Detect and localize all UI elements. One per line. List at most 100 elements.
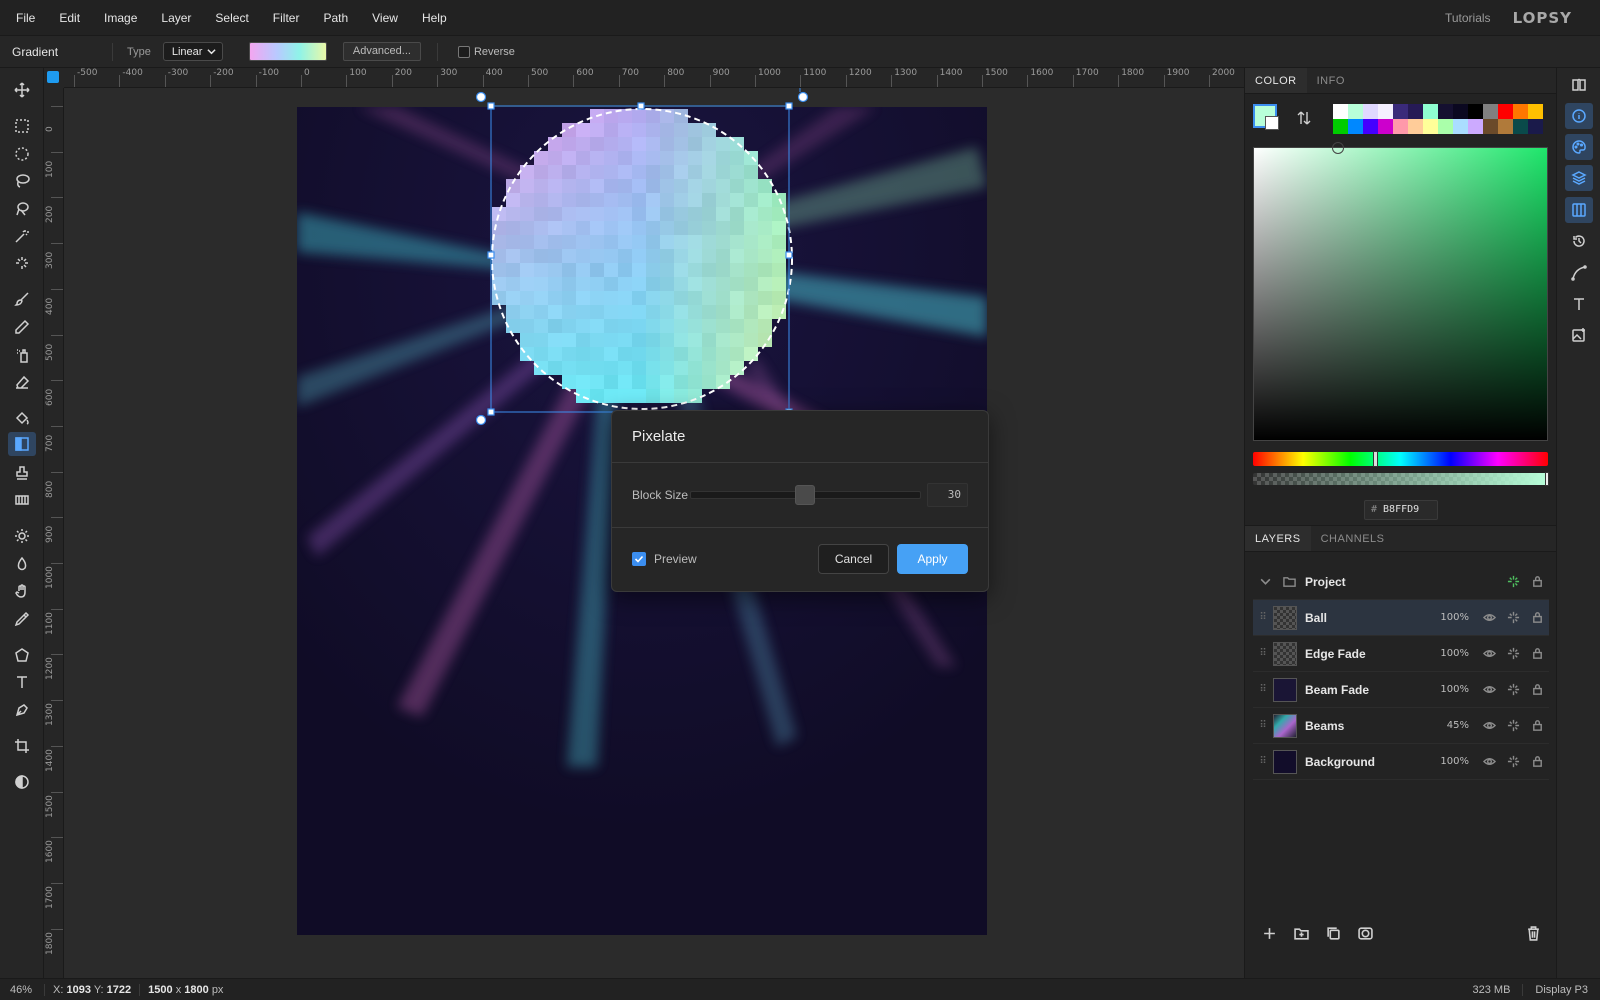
- drag-handle-icon[interactable]: ⠿: [1253, 648, 1273, 659]
- color-swatch[interactable]: [1423, 104, 1438, 119]
- magic-lasso-tool[interactable]: [8, 197, 36, 221]
- mask-icon[interactable]: [1349, 926, 1381, 941]
- background-color-swatch[interactable]: [1265, 116, 1279, 130]
- layer-row[interactable]: ⠿ Beam Fade 100%: [1253, 672, 1549, 708]
- tutorials-link[interactable]: Tutorials: [1445, 11, 1491, 25]
- reverse-checkbox[interactable]: [457, 45, 470, 58]
- panel-paths-button[interactable]: [1565, 260, 1593, 286]
- menu-help[interactable]: Help: [410, 0, 459, 36]
- cancel-button[interactable]: Cancel: [818, 544, 889, 574]
- add-layer-icon[interactable]: [1253, 926, 1285, 941]
- display-profile[interactable]: Display P3: [1522, 983, 1600, 996]
- menu-filter[interactable]: Filter: [261, 0, 312, 36]
- move-tool[interactable]: [8, 78, 36, 102]
- contrast-tool[interactable]: [8, 770, 36, 794]
- fx-effects-icon[interactable]: [1501, 575, 1525, 588]
- hue-slider[interactable]: [1253, 451, 1548, 467]
- lock-icon[interactable]: [1525, 647, 1549, 660]
- horizontal-ruler[interactable]: -500 -400 -300 -200 -100 0 100 200 300 400 500 600 7…: [64, 68, 1244, 88]
- saturation-value-picker[interactable]: [1253, 142, 1548, 441]
- eyedropper-tool[interactable]: [8, 607, 36, 631]
- color-swatch[interactable]: [1468, 104, 1483, 119]
- panel-color-button[interactable]: [1565, 134, 1593, 160]
- polygon-tool[interactable]: [8, 643, 36, 667]
- block-size-slider[interactable]: [690, 485, 921, 505]
- eye-icon[interactable]: [1477, 755, 1501, 768]
- color-swatch[interactable]: [1498, 104, 1513, 119]
- block-size-input[interactable]: 30: [926, 483, 969, 507]
- color-swatch[interactable]: [1483, 119, 1498, 134]
- fx-effects-icon[interactable]: [1501, 683, 1525, 696]
- burn-tool[interactable]: [8, 552, 36, 576]
- preview-checkbox[interactable]: [632, 552, 646, 566]
- lasso-tool[interactable]: [8, 169, 36, 193]
- layer-row[interactable]: ⠿ Beams 45%: [1253, 708, 1549, 744]
- color-swatch[interactable]: [1378, 104, 1393, 119]
- duplicate-layer-icon[interactable]: [1317, 926, 1349, 941]
- gradient-preview-swatch[interactable]: [248, 42, 327, 61]
- layer-opacity[interactable]: 100%: [1440, 684, 1469, 695]
- new-group-icon[interactable]: [1285, 926, 1317, 941]
- panel-channels-button[interactable]: [1565, 197, 1593, 223]
- drag-handle-icon[interactable]: ⠿: [1253, 720, 1273, 731]
- delete-layer-icon[interactable]: [1517, 925, 1549, 941]
- color-swatch[interactable]: [1363, 104, 1378, 119]
- eraser-tool[interactable]: [8, 370, 36, 394]
- color-swatch[interactable]: [1408, 104, 1423, 119]
- menu-file[interactable]: File: [0, 0, 47, 36]
- color-swatch[interactable]: [1513, 119, 1528, 134]
- color-swatch[interactable]: [1483, 104, 1498, 119]
- vertical-ruler[interactable]: 0 100 200 300 400 500 600 700 800 900 1000 1100 1200…: [44, 88, 64, 978]
- lock-icon[interactable]: [1525, 575, 1549, 588]
- fx-effects-icon[interactable]: [1501, 647, 1525, 660]
- color-swatch[interactable]: [1393, 119, 1408, 134]
- menu-layer[interactable]: Layer: [149, 0, 203, 36]
- reverse-option[interactable]: Reverse: [457, 45, 515, 58]
- layer-opacity[interactable]: 100%: [1440, 612, 1469, 623]
- color-swatch[interactable]: [1528, 119, 1543, 134]
- layer-opacity[interactable]: 100%: [1440, 756, 1469, 767]
- color-swatch[interactable]: [1348, 119, 1363, 134]
- color-swatch[interactable]: [1438, 104, 1453, 119]
- color-swatch[interactable]: [1498, 119, 1513, 134]
- panel-layers-button[interactable]: [1565, 165, 1593, 191]
- color-swatch[interactable]: [1453, 119, 1468, 134]
- tab-channels[interactable]: CHANNELS: [1311, 526, 1395, 551]
- color-swatch[interactable]: [1438, 119, 1453, 134]
- text-tool[interactable]: [8, 670, 36, 694]
- color-swatch[interactable]: [1333, 104, 1348, 119]
- fx-effects-icon[interactable]: [1501, 611, 1525, 624]
- layer-row[interactable]: ⠿ Ball 100%: [1253, 600, 1549, 636]
- rect-select-tool[interactable]: [8, 114, 36, 138]
- fx-effects-icon[interactable]: [1501, 755, 1525, 768]
- color-swatch[interactable]: [1513, 104, 1528, 119]
- gradient-tool[interactable]: [8, 432, 36, 456]
- menu-edit[interactable]: Edit: [47, 0, 92, 36]
- color-swatch[interactable]: [1378, 119, 1393, 134]
- tab-color[interactable]: COLOR: [1245, 68, 1307, 93]
- drag-handle-icon[interactable]: ⠿: [1253, 684, 1273, 695]
- tab-layers[interactable]: LAYERS: [1245, 526, 1311, 551]
- layer-group-project[interactable]: Project: [1253, 564, 1549, 600]
- color-swatch[interactable]: [1408, 119, 1423, 134]
- drag-handle-icon[interactable]: ⠿: [1253, 756, 1273, 767]
- stamp-tool[interactable]: [8, 461, 36, 485]
- pattern-tool[interactable]: [8, 488, 36, 512]
- eye-icon[interactable]: [1477, 647, 1501, 660]
- dodge-tool[interactable]: [8, 524, 36, 548]
- color-swatch[interactable]: [1333, 119, 1348, 134]
- block-size-slider-thumb[interactable]: [795, 485, 816, 505]
- menu-image[interactable]: Image: [92, 0, 149, 36]
- color-picker-ring[interactable]: [1332, 142, 1344, 154]
- color-swatch[interactable]: [1348, 104, 1363, 119]
- chevron-down-icon[interactable]: [1253, 575, 1277, 588]
- color-swatch[interactable]: [1528, 104, 1543, 119]
- panel-book-button[interactable]: [1565, 72, 1593, 98]
- color-swatch[interactable]: [1393, 104, 1408, 119]
- quick-select-tool[interactable]: [8, 251, 36, 275]
- eye-icon[interactable]: [1477, 683, 1501, 696]
- panel-info-button[interactable]: [1565, 103, 1593, 129]
- alpha-slider-thumb[interactable]: [1545, 472, 1549, 486]
- panel-image-button[interactable]: [1565, 322, 1593, 348]
- layer-row[interactable]: ⠿ Edge Fade 100%: [1253, 636, 1549, 672]
